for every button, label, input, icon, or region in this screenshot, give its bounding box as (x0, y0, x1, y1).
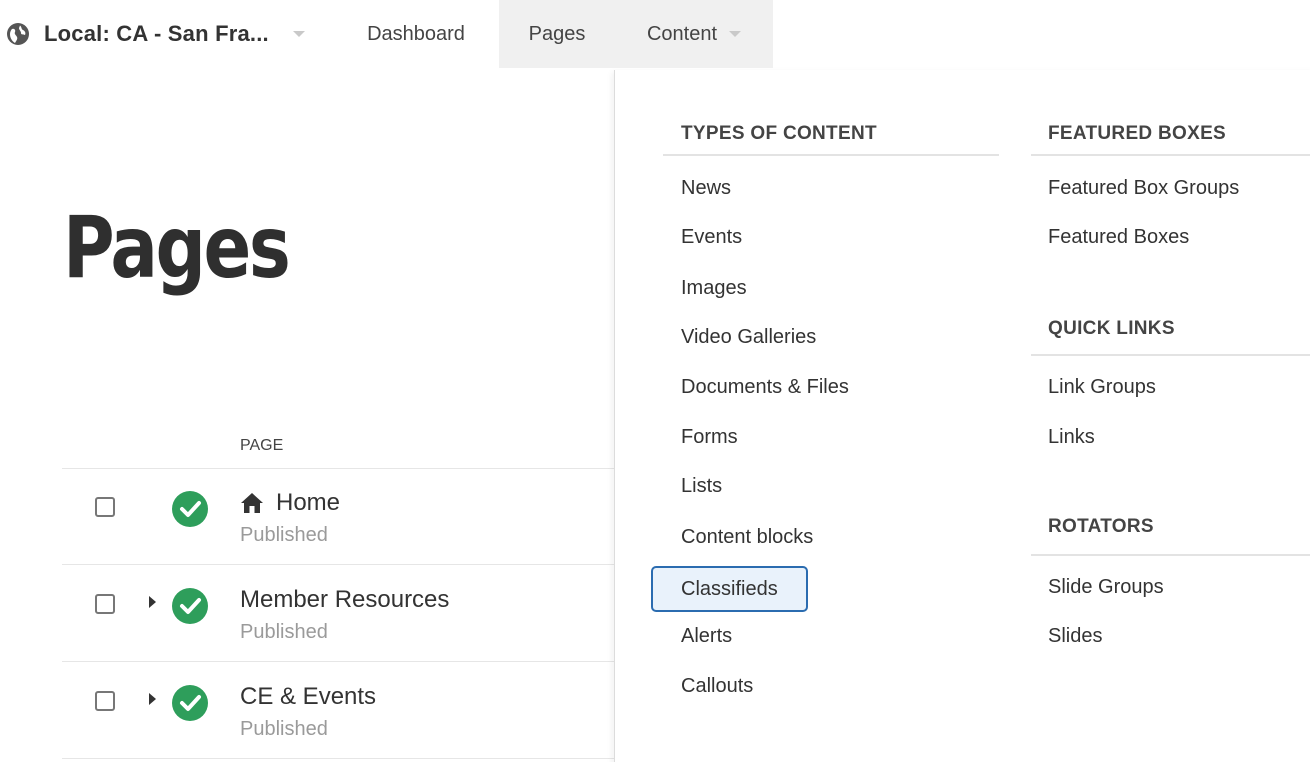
section-heading-quick-links: QUICK LINKS (1048, 318, 1175, 339)
section-heading-featured-boxes: FEATURED BOXES (1048, 123, 1227, 144)
menu-item-news[interactable]: News (681, 177, 731, 200)
menu-item-content-blocks[interactable]: Content blocks (681, 526, 813, 549)
row-status: Published (240, 524, 328, 546)
menu-item-images[interactable]: Images (681, 277, 747, 300)
section-divider (1031, 154, 1310, 156)
table-row: Home Published (62, 469, 622, 565)
published-status-icon (172, 491, 208, 527)
row-checkbox[interactable] (95, 594, 115, 614)
row-status: Published (240, 718, 328, 740)
row-divider (62, 758, 622, 759)
expand-arrow-icon[interactable] (149, 596, 156, 608)
menu-item-events[interactable]: Events (681, 226, 742, 249)
menu-item-video-galleries[interactable]: Video Galleries (681, 326, 816, 349)
section-divider (1031, 354, 1310, 356)
row-title[interactable]: Member Resources (240, 586, 449, 614)
table-row: Member Resources Published (62, 566, 622, 662)
row-divider (62, 661, 622, 662)
nav-content-label: Content (646, 22, 718, 45)
menu-item-featured-box-groups[interactable]: Featured Box Groups (1048, 177, 1239, 200)
menu-item-slides[interactable]: Slides (1048, 625, 1102, 648)
menu-item-documents-files[interactable]: Documents & Files (681, 376, 849, 399)
menu-item-lists[interactable]: Lists (681, 475, 722, 498)
nav-dashboard[interactable]: Dashboard (343, 0, 489, 68)
home-icon (241, 493, 263, 513)
nav-pages[interactable]: Pages (499, 0, 615, 68)
menu-item-featured-boxes[interactable]: Featured Boxes (1048, 226, 1189, 249)
published-status-icon (172, 588, 208, 624)
section-heading-types-of-content: TYPES OF CONTENT (681, 123, 877, 144)
menu-item-alerts[interactable]: Alerts (681, 625, 732, 648)
row-title[interactable]: Home (240, 489, 340, 517)
column-header-page[interactable]: PAGE (240, 437, 283, 455)
expand-arrow-icon[interactable] (149, 693, 156, 705)
table-row: CE & Events Published (62, 663, 622, 759)
row-title-text: Home (276, 489, 341, 516)
menu-item-slide-groups[interactable]: Slide Groups (1048, 576, 1164, 599)
row-title[interactable]: CE & Events (240, 683, 376, 711)
menu-item-forms[interactable]: Forms (681, 426, 738, 449)
row-status: Published (240, 621, 328, 643)
section-divider (1031, 554, 1310, 556)
menu-item-callouts[interactable]: Callouts (681, 675, 753, 698)
site-label: Local: CA - San Fra... (44, 21, 269, 46)
row-checkbox[interactable] (95, 691, 115, 711)
section-divider (663, 154, 999, 156)
published-status-icon (172, 685, 208, 721)
site-switcher[interactable]: Local: CA - San Fra... (0, 0, 305, 68)
nav-content[interactable]: Content (615, 0, 773, 68)
row-divider (62, 564, 622, 565)
menu-item-link-groups[interactable]: Link Groups (1048, 376, 1156, 399)
chevron-down-icon (292, 31, 305, 37)
menu-item-classifieds[interactable]: Classifieds (651, 566, 808, 612)
page-title: Pages (63, 198, 291, 298)
content-dropdown-menu: TYPES OF CONTENT News Events Images Vide… (614, 70, 1310, 762)
chevron-down-icon (729, 31, 742, 37)
section-heading-rotators: ROTATORS (1048, 516, 1154, 537)
row-checkbox[interactable] (95, 497, 115, 517)
top-navigation-bar: Local: CA - San Fra... Dashboard Pages C… (0, 0, 1310, 68)
menu-item-links[interactable]: Links (1048, 426, 1095, 449)
globe-icon (7, 23, 29, 45)
